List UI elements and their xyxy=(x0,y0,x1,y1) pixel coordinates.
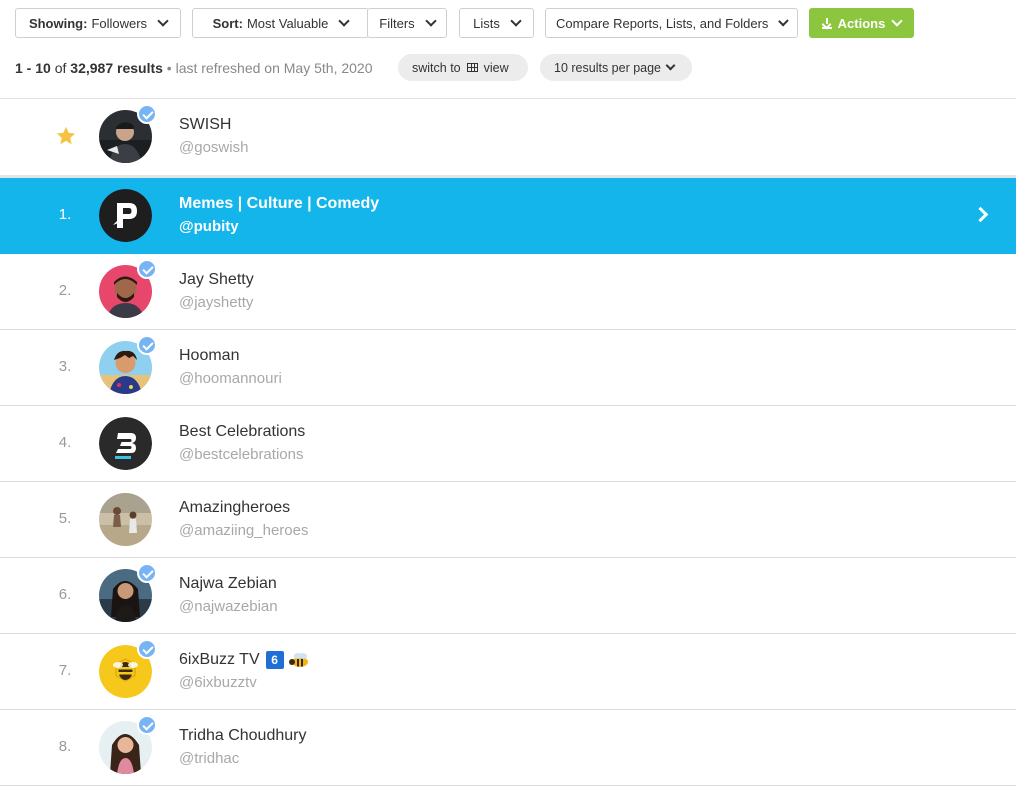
last-refreshed: last refreshed on May 5th, 2020 xyxy=(175,60,373,76)
account-name-text: 6ixBuzz TV xyxy=(179,651,260,668)
account-name: Amazingheroes xyxy=(179,499,291,516)
account-handle: @tridhac xyxy=(179,750,240,767)
chevron-down-icon xyxy=(338,15,351,27)
verified-badge-icon xyxy=(137,104,157,124)
compare-dropdown[interactable]: Compare Reports, Lists, and Folders xyxy=(545,8,798,38)
account-handle: @amaziing_heroes xyxy=(179,522,309,539)
filters-label: Filters xyxy=(379,15,415,31)
rank-number: 8. xyxy=(58,738,72,755)
avatar xyxy=(99,417,152,470)
rank-number: 4. xyxy=(58,434,72,451)
six-emoji-icon: 6 xyxy=(265,651,284,669)
chevron-down-icon xyxy=(891,15,903,27)
switch-view-button[interactable]: switch to view xyxy=(398,54,528,81)
chevron-down-icon xyxy=(510,15,522,27)
results-bar: 1 - 10 of 32,987 results • last refreshe… xyxy=(15,54,1015,82)
list-item[interactable]: 5. Amazingheroes @amaziing_heroes xyxy=(0,482,1016,558)
account-name: SWISH xyxy=(179,116,232,133)
account-handle: @hoomannouri xyxy=(179,370,282,387)
account-name: 6ixBuzz TV 6 xyxy=(179,651,310,669)
sort-dropdown[interactable]: Sort: Most Valuable xyxy=(192,8,369,38)
table-grid-icon xyxy=(466,63,478,72)
account-handle: @pubity xyxy=(179,218,239,235)
account-name: Memes | Culture | Comedy xyxy=(179,195,380,212)
results-list: SWISH @goswish 1. Memes | Culture | Come… xyxy=(0,98,1016,786)
list-item[interactable]: 3. Hooman @hoomannouri xyxy=(0,330,1016,406)
avatar xyxy=(99,493,152,546)
sort-label: Sort: xyxy=(212,15,243,31)
list-item[interactable]: 8. Tridha Choudhury @tridhac xyxy=(0,710,1016,786)
rank-number: 3. xyxy=(58,358,72,375)
bee-emoji-icon xyxy=(288,653,308,667)
account-name: Hooman xyxy=(179,347,240,364)
lists-dropdown[interactable]: Lists xyxy=(459,8,534,38)
showing-value: Followers xyxy=(91,15,148,31)
list-item[interactable]: 2. Jay Shetty @jayshetty xyxy=(0,254,1016,330)
results-range: 1 - 10 xyxy=(15,60,51,76)
separator-dot: • xyxy=(166,60,172,76)
results-of: of xyxy=(54,60,67,76)
verified-badge-icon xyxy=(137,563,157,583)
verified-badge-icon xyxy=(137,639,157,659)
verified-badge-icon xyxy=(137,335,157,355)
chevron-down-icon xyxy=(778,15,789,27)
verified-badge-icon xyxy=(137,715,157,735)
switch-prefix: switch to xyxy=(412,60,461,75)
compare-label: Compare Reports, Lists, and Folders xyxy=(556,15,769,31)
star-icon[interactable] xyxy=(55,125,77,147)
account-handle: @jayshetty xyxy=(179,294,254,311)
results-total: 32,987 results xyxy=(70,60,163,76)
list-item[interactable]: SWISH @goswish xyxy=(0,99,1016,178)
per-page-dropdown[interactable]: 10 results per page xyxy=(540,54,692,81)
chevron-right-icon[interactable] xyxy=(972,206,989,223)
list-item[interactable]: 7. 6ixBuzz TV 6 @6ixbuzztv xyxy=(0,634,1016,710)
account-handle: @bestcelebrations xyxy=(179,446,304,463)
lists-label: Lists xyxy=(473,15,500,31)
avatar xyxy=(99,189,152,242)
rank-number: 6. xyxy=(58,586,72,603)
list-item[interactable]: 4. Best Celebrations @bestcelebrations xyxy=(0,406,1016,482)
actions-label: Actions xyxy=(837,15,886,31)
rank-number: 7. xyxy=(58,662,72,679)
download-icon xyxy=(821,17,832,29)
rank-number: 5. xyxy=(58,510,72,527)
list-item-selected[interactable]: 1. Memes | Culture | Comedy @pubity xyxy=(0,178,1016,254)
account-name: Jay Shetty xyxy=(179,271,254,288)
rank-number: 1. xyxy=(58,206,72,223)
sort-value: Most Valuable xyxy=(246,15,329,31)
list-item[interactable]: 6. Najwa Zebian @najwazebian xyxy=(0,558,1016,634)
per-page-label: 10 results per page xyxy=(554,60,662,75)
switch-suffix: view xyxy=(483,60,509,75)
chevron-down-icon xyxy=(157,15,169,27)
account-name: Best Celebrations xyxy=(179,423,306,440)
account-handle: @goswish xyxy=(179,139,249,156)
filters-dropdown[interactable]: Filters xyxy=(367,8,447,38)
account-handle: @6ixbuzztv xyxy=(179,674,257,691)
showing-dropdown[interactable]: Showing: Followers xyxy=(15,8,181,38)
results-summary: 1 - 10 of 32,987 results • last refreshe… xyxy=(15,60,373,76)
account-name: Najwa Zebian xyxy=(179,575,277,592)
chevron-down-icon xyxy=(665,60,676,71)
showing-label: Showing: xyxy=(28,15,88,31)
rank-number: 2. xyxy=(58,282,72,299)
verified-badge-icon xyxy=(137,259,157,279)
account-name: Tridha Choudhury xyxy=(179,727,307,744)
account-handle: @najwazebian xyxy=(179,598,278,615)
chevron-down-icon xyxy=(425,15,437,27)
actions-button[interactable]: Actions xyxy=(809,8,914,38)
